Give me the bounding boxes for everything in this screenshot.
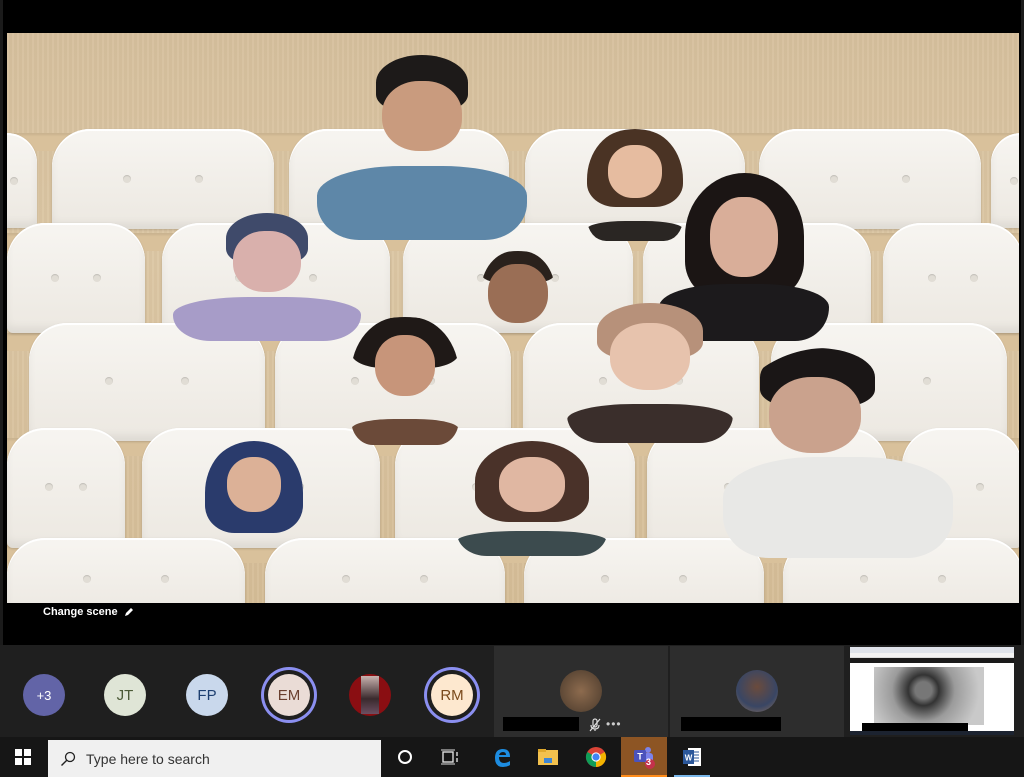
seat <box>991 133 1019 228</box>
task-view-button[interactable] <box>430 737 470 777</box>
svg-text:T: T <box>637 752 643 762</box>
windows-logo-icon <box>15 749 31 765</box>
search-icon <box>61 751 76 766</box>
participant-video <box>567 303 733 443</box>
overflow-count: +3 <box>36 687 52 703</box>
avatar-initials: JT <box>116 686 134 704</box>
participant-video-tile[interactable]: ••• <box>494 646 668 737</box>
pencil-icon <box>124 608 133 616</box>
teams-meeting-window: Change scene <box>0 0 1024 737</box>
taskbar-search-box[interactable]: Type here to search <box>48 740 381 777</box>
taskbar-app-file-explorer[interactable] <box>526 737 570 777</box>
participant-video <box>205 441 303 556</box>
taskbar-app-word[interactable]: W <box>670 737 714 777</box>
redacted-name <box>503 717 579 731</box>
search-placeholder: Type here to search <box>86 750 210 767</box>
chrome-icon <box>585 747 607 768</box>
seat <box>7 428 125 548</box>
seat <box>883 223 1019 333</box>
change-scene-button[interactable]: Change scene <box>43 606 134 618</box>
together-mode-scene <box>7 33 1019 603</box>
taskbar-app-chrome[interactable] <box>574 737 618 777</box>
mic-off-icon <box>589 718 601 732</box>
circle-icon <box>398 750 412 764</box>
avatar-initials: RM <box>440 686 464 704</box>
taskbar-app-edge[interactable] <box>480 737 524 777</box>
start-button[interactable] <box>0 737 46 777</box>
svg-text:W: W <box>685 754 693 763</box>
participant-photo <box>560 670 602 712</box>
participant-video <box>723 348 953 558</box>
redacted-name <box>681 717 781 731</box>
overflow-participants-button[interactable]: +3 <box>23 674 65 716</box>
word-icon: W <box>683 748 701 766</box>
more-options-button[interactable]: ••• <box>606 717 622 731</box>
participant-avatar-rm[interactable]: RM <box>431 674 473 716</box>
teams-notification-badge: 3 <box>646 757 652 767</box>
participant-video <box>457 441 607 556</box>
task-view-icon <box>441 749 458 765</box>
seat <box>7 223 145 333</box>
avatar-photo <box>361 676 379 714</box>
participant-avatar-fp[interactable]: FP <box>186 674 228 716</box>
change-scene-label: Change scene <box>43 606 118 618</box>
participant-avatar-photo[interactable] <box>349 674 391 716</box>
taskbar-app-teams[interactable]: T 3 <box>621 737 667 777</box>
edge-icon <box>495 749 510 767</box>
avatar-initials: EM <box>277 686 301 704</box>
participant-video <box>317 55 527 240</box>
participant-video-tile[interactable] <box>670 646 844 737</box>
teams-icon: T <box>634 747 655 769</box>
participant-video <box>173 213 361 341</box>
avatar-initials: FP <box>197 686 217 704</box>
participant-tray: +3 JT FP EM RM ••• <box>0 645 1024 737</box>
cortana-button[interactable] <box>385 737 425 777</box>
redacted-name <box>862 723 968 731</box>
windows-taskbar: Type here to search T 3 W <box>0 737 1024 777</box>
participant-avatar-jt[interactable]: JT <box>104 674 146 716</box>
shared-photo <box>874 667 984 725</box>
seat <box>7 133 37 228</box>
participant-video <box>351 317 459 445</box>
participant-photo <box>736 670 778 712</box>
participant-video <box>481 251 555 341</box>
screen-share-thumbnail[interactable] <box>850 647 1014 735</box>
participant-avatar-em[interactable]: EM <box>268 674 310 716</box>
folder-icon <box>538 749 558 765</box>
